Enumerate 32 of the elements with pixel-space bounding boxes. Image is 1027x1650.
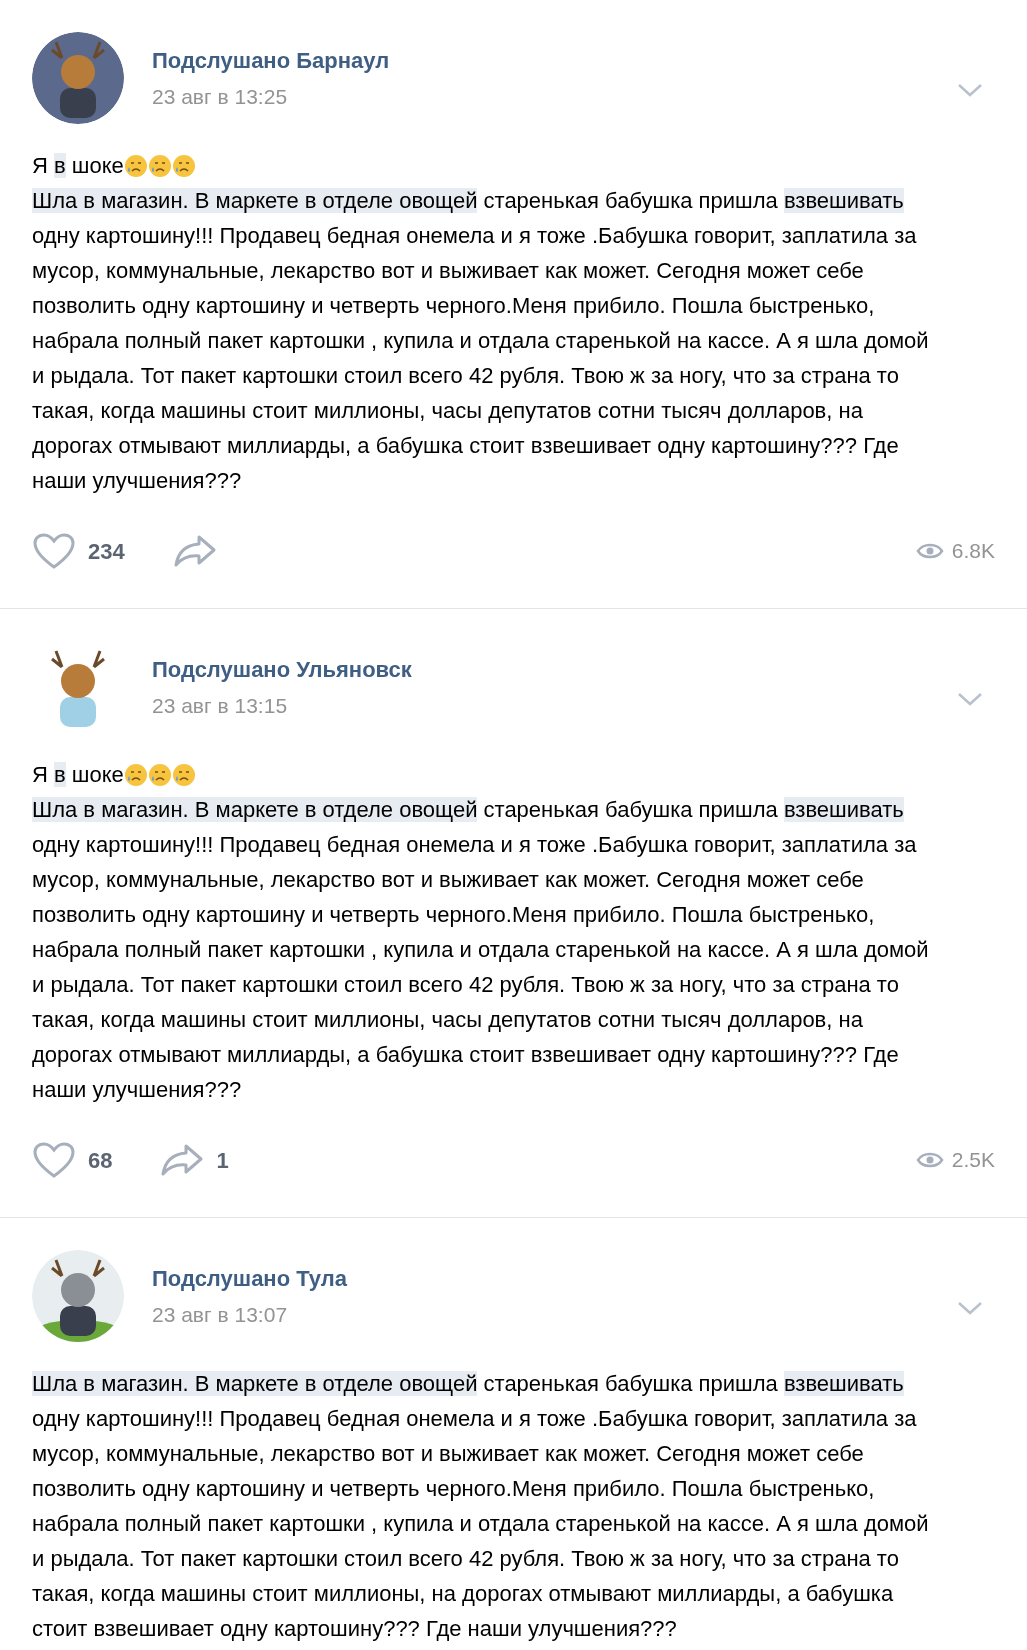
post-text: Шла в магазин. В маркете в отделе овощей старенькая бабушка пришла взвешивать одну картошину!!! Продавец бедная онемела и я тоже .Бабушка говорит, заплатила за мусор, коммунальные, лекарство вот и выживает как может. Сегодня может себе позволить одну картошину и четверть черного.Меня прибило. Пошла быстренько, набрала полный пакет картошки , купила и отдала старенькой на кассе. А я шла домой и рыдала. Тот пакет картошки стоил всего 42 рубля. Твою ж за ногу, что за страна то такая, когда машины стоит миллионы, часы депутатов сотни тысяч долларов, на дорогах отмывают миллиарды, а бабушка стоит взвешивает одну картошину??? Где наши улучшения??? [32,796,930,1104]
sad-emoji-icon [123,762,148,787]
eye-icon [915,1151,944,1169]
heart-icon [32,532,76,570]
like-button[interactable]: 234 [32,532,125,570]
sad-emoji-icon [171,153,196,178]
chevron-down-icon[interactable] [957,83,983,97]
author-name[interactable]: Подслушано Ульяновск [152,652,412,686]
post-headline: Я в шоке [32,152,124,180]
share-button[interactable] [172,534,217,568]
post-date[interactable]: 23 авг в 13:07 [152,1298,288,1331]
post-text: Шла в магазин. В маркете в отделе овощей старенькая бабушка пришла взвешивать одну картошину!!! Продавец бедная онемела и я тоже .Бабушка говорит, заплатила за мусор, коммунальные, лекарство вот и выживает как может. Сегодня может себе позволить одну картошину и четверть черного.Меня прибило. Пошла быстренько, набрала полный пакет картошки , купила и отдала старенькой на кассе. А я шла домой и рыдала. Тот пакет картошки стоил всего 42 рубля. Твою ж за ногу, что за страна то такая, когда машины стоит миллионы, часы депутатов сотни тысяч долларов, на дорогах отмывают миллиарды, а бабушка стоит взвешивает одну картошину??? Где наши улучшения??? [32,187,930,495]
sad-emoji-icon [171,762,196,787]
post-date[interactable]: 23 авг в 13:15 [152,689,288,722]
view-count: 6.8K [951,538,995,565]
like-button[interactable]: 68 [32,1141,113,1179]
sad-emoji-icon [147,762,172,787]
eye-icon [915,542,944,560]
post-headline: Я в шоке [32,761,124,789]
share-arrow-icon [172,534,217,568]
heart-icon [32,1141,76,1179]
share-button[interactable]: 1 [160,1143,229,1177]
view-count: 2.5K [951,1147,995,1174]
post-text: Шла в магазин. В маркете в отделе овощей старенькая бабушка пришла взвешивать одну картошину!!! Продавец бедная онемела и я тоже .Бабушка говорит, заплатила за мусор, коммунальные, лекарство вот и выживает как может. Сегодня может себе позволить одну картошину и четверть черного.Меня прибило. Пошла быстренько, набрала полный пакет картошки , купила и отдала старенькой на кассе. А я шла домой и рыдала. Тот пакет картошки стоил всего 42 рубля. Твою ж за ногу, что за страна то такая, когда машины стоит миллионы, на дорогах отмывают миллиарды, а бабушка стоит взвешивает одну картошину??? Где наши улучшения??? [32,1370,930,1643]
author-name[interactable]: Подслушано Тула [152,1261,347,1295]
sad-emoji-icon [123,153,148,178]
chevron-down-icon[interactable] [957,1301,983,1315]
sad-emoji-icon [147,153,172,178]
post-date[interactable]: 23 авг в 13:25 [152,80,288,113]
chevron-down-icon[interactable] [957,692,983,706]
share-arrow-icon [160,1143,205,1177]
author-name[interactable]: Подслушано Барнаул [152,43,390,77]
